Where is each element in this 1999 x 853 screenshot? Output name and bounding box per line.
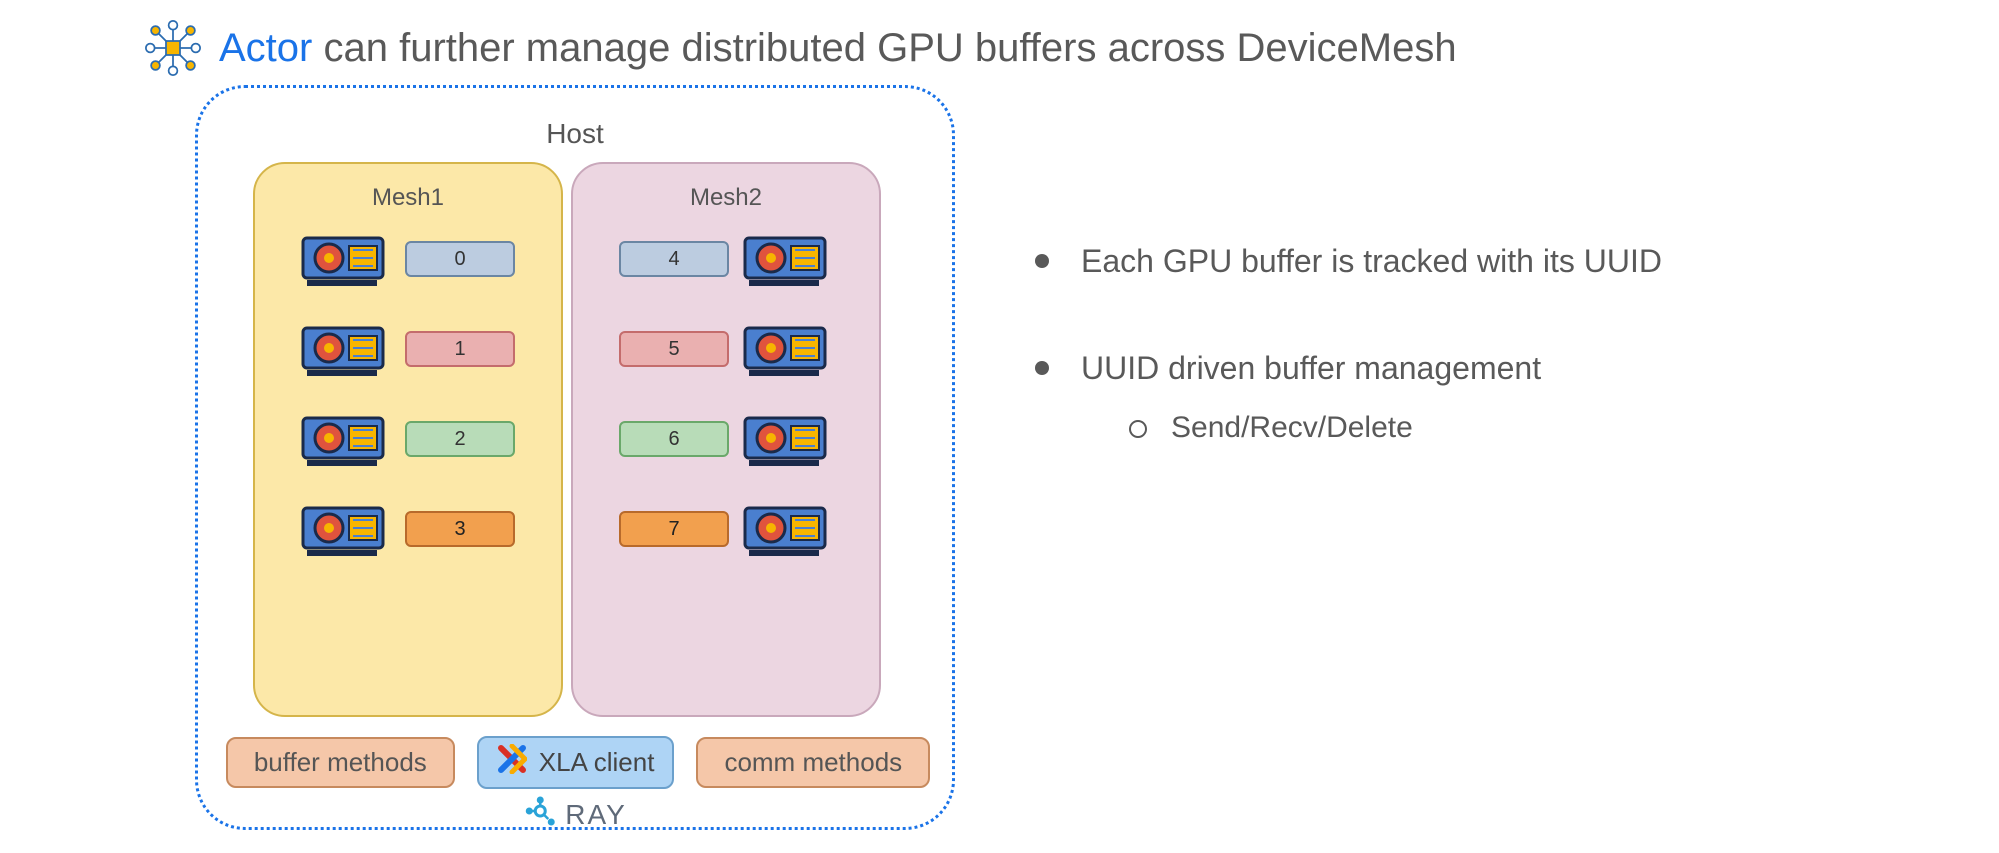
gpu-row: 4: [619, 230, 833, 288]
buffer-chip: 3: [405, 511, 515, 547]
ray-label: RAY: [523, 794, 627, 835]
gpu-icon: [301, 230, 391, 288]
mesh1-gpu-list: 0 1 2: [301, 230, 515, 558]
topology-icon: [145, 20, 201, 76]
gpu-row: 2: [301, 410, 515, 468]
mesh2-label: Mesh2: [690, 184, 762, 212]
title-actor: Actor: [219, 26, 312, 70]
gpu-icon: [301, 500, 391, 558]
gpu-icon: [743, 410, 833, 468]
title-rest: can further manage distributed GPU buffe…: [312, 26, 1456, 70]
meshes-row: Mesh1 0 1: [253, 162, 881, 717]
host-box: Host Mesh1 0 1: [195, 85, 955, 830]
gpu-row: 3: [301, 500, 515, 558]
host-label: Host: [546, 118, 604, 150]
buffer-chip: 5: [619, 331, 729, 367]
bullet-text: UUID driven buffer management: [1081, 350, 1541, 386]
buffer-chip: 0: [405, 241, 515, 277]
buffer-chip: 7: [619, 511, 729, 547]
gpu-row: 6: [619, 410, 833, 468]
mesh2-gpu-list: 4 5 6: [619, 230, 833, 558]
bottom-row: buffer methods XLA client comm methods: [188, 736, 968, 789]
ray-icon: [523, 794, 557, 835]
gpu-icon: [301, 410, 391, 468]
buffer-chip: 6: [619, 421, 729, 457]
bullet-item: UUID driven buffer management Send/Recv/…: [1035, 347, 1915, 449]
sub-bullet-item: Send/Recv/Delete: [1081, 408, 1915, 449]
diagram-area: Host Mesh1 0 1: [195, 85, 975, 835]
ray-text: RAY: [565, 799, 627, 831]
gpu-icon: [301, 320, 391, 378]
xla-client-text: XLA client: [539, 747, 655, 778]
bullet-list: Each GPU buffer is tracked with its UUID…: [1035, 240, 1915, 513]
xla-client-chip: XLA client: [477, 736, 675, 789]
mesh1-box: Mesh1 0 1: [253, 162, 563, 717]
xla-icon: [497, 744, 527, 781]
gpu-icon: [743, 320, 833, 378]
gpu-icon: [743, 230, 833, 288]
gpu-row: 7: [619, 500, 833, 558]
bullet-item: Each GPU buffer is tracked with its UUID: [1035, 240, 1915, 283]
mesh1-label: Mesh1: [372, 184, 444, 212]
buffer-chip: 1: [405, 331, 515, 367]
buffer-chip: 4: [619, 241, 729, 277]
gpu-row: 1: [301, 320, 515, 378]
buffer-methods-chip: buffer methods: [226, 737, 455, 788]
slide-title: Actor can further manage distributed GPU…: [145, 20, 1457, 76]
gpu-icon: [743, 500, 833, 558]
gpu-row: 0: [301, 230, 515, 288]
comm-methods-chip: comm methods: [696, 737, 930, 788]
buffer-chip: 2: [405, 421, 515, 457]
mesh2-box: Mesh2 4 5: [571, 162, 881, 717]
gpu-row: 5: [619, 320, 833, 378]
